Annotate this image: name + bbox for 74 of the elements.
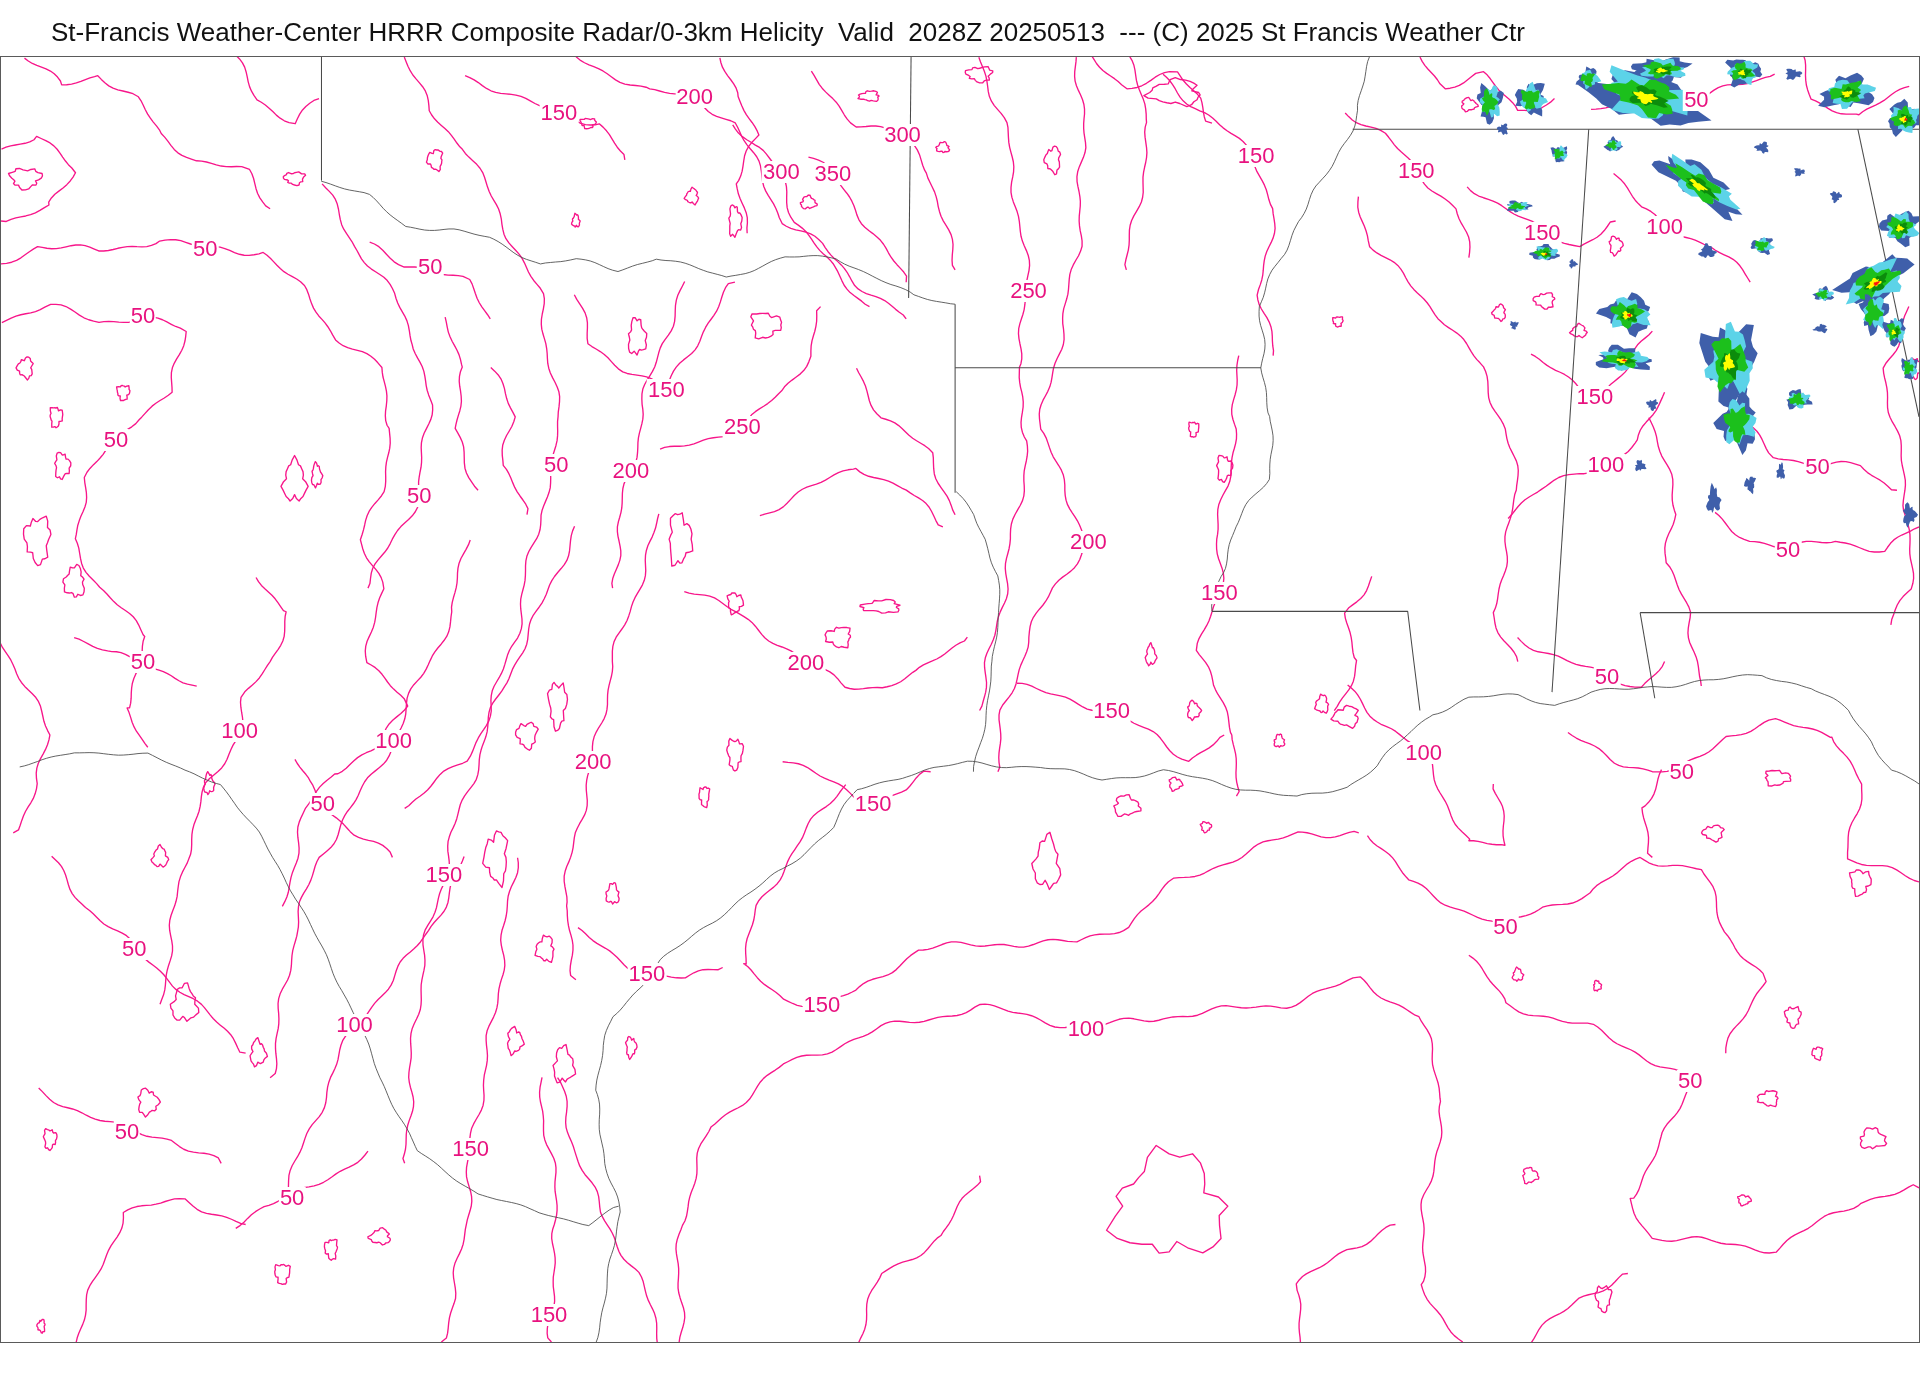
helicity-contour (1332, 316, 1344, 328)
contour-label: 200 (1069, 530, 1108, 553)
contour-label: 150 (1522, 222, 1562, 245)
contour-label: 50 (102, 429, 130, 452)
contour-label: 150 (1199, 582, 1239, 604)
contour-label: 100 (335, 1014, 374, 1037)
helicity-contour (726, 737, 745, 772)
helicity-contour (1532, 292, 1556, 310)
radar-echo (1785, 68, 1803, 80)
helicity-contour (282, 171, 307, 187)
contour-label: 100 (1586, 453, 1626, 476)
contour-label: 300 (883, 124, 922, 147)
radar-echo (1818, 72, 1877, 109)
radar-echo (1750, 236, 1775, 255)
contour-label: 150 (529, 1304, 569, 1327)
radar-echo (1514, 81, 1548, 117)
contour-label: 150 (1396, 159, 1436, 182)
contour-label: 300 (762, 161, 801, 184)
radar-echo (1812, 323, 1828, 334)
contour-label: 100 (1645, 216, 1684, 239)
radar-echo (1507, 200, 1533, 213)
helicity-contour (1273, 733, 1286, 748)
contour-label: 50 (417, 256, 444, 279)
contour-label: 50 (121, 938, 148, 961)
radar-echo (1888, 98, 1919, 138)
radar-echo (1725, 59, 1763, 88)
radar-echo (1753, 141, 1769, 154)
contour-label: 250 (722, 415, 762, 438)
contour-label: 200 (675, 86, 714, 109)
map-title: St-Francis Weather-Center HRRR Composite Radar/0-3km Helicity Valid 2028Z 20250513 --- (C) 2025 St Francis Weather Ctr (51, 18, 1525, 47)
helicity-contour (698, 786, 711, 809)
radar-echo (1635, 459, 1647, 472)
contour-label: 50 (543, 453, 570, 476)
radar-echo (1550, 145, 1568, 163)
radar-echo (1509, 321, 1519, 330)
contour-label: 100 (374, 730, 413, 753)
contour-label: 50 (406, 485, 433, 508)
helicity-contour (323, 1238, 339, 1261)
contour-label: 50 (129, 650, 157, 673)
radar-echo (1595, 292, 1651, 338)
radar-echo (1794, 168, 1805, 177)
contour-label: 100 (220, 720, 259, 743)
radar-echo (1646, 399, 1659, 411)
radar-echo (1878, 210, 1919, 248)
radar-echo (1829, 191, 1843, 204)
contour-label: 250 (1009, 279, 1048, 302)
contour-label: 150 (451, 1137, 491, 1160)
contour-label: 50 (309, 792, 336, 815)
radar-echo (1776, 462, 1785, 480)
contour-label: 350 (813, 163, 853, 186)
contour-label: 200 (786, 651, 826, 674)
contour-label: 50 (1683, 88, 1710, 111)
contour-label: 150 (539, 102, 579, 125)
radar-echo (1902, 502, 1918, 528)
radar-echo (1901, 357, 1918, 380)
radar-echo (1595, 344, 1652, 371)
radar-echo (1698, 243, 1717, 258)
helicity-contour (1144, 641, 1158, 667)
helicity-contour (624, 1035, 638, 1061)
helicity-contour (274, 1263, 291, 1286)
contour-label: 150 (1236, 145, 1276, 168)
contour-label: 200 (573, 750, 613, 773)
radar-echo (1743, 476, 1757, 495)
contour-label: 150 (424, 863, 464, 886)
helicity-contour (36, 1318, 46, 1334)
radar-echo (1706, 482, 1722, 514)
contour-label: 100 (1404, 742, 1443, 765)
radar-echo (1713, 391, 1757, 455)
contour-label: 200 (611, 459, 651, 482)
radar-echo (1569, 259, 1578, 269)
contour-label: 50 (1677, 1070, 1704, 1093)
radar-echo (1603, 135, 1624, 152)
contour-label: 150 (627, 962, 667, 985)
radar-echo (1786, 388, 1813, 410)
